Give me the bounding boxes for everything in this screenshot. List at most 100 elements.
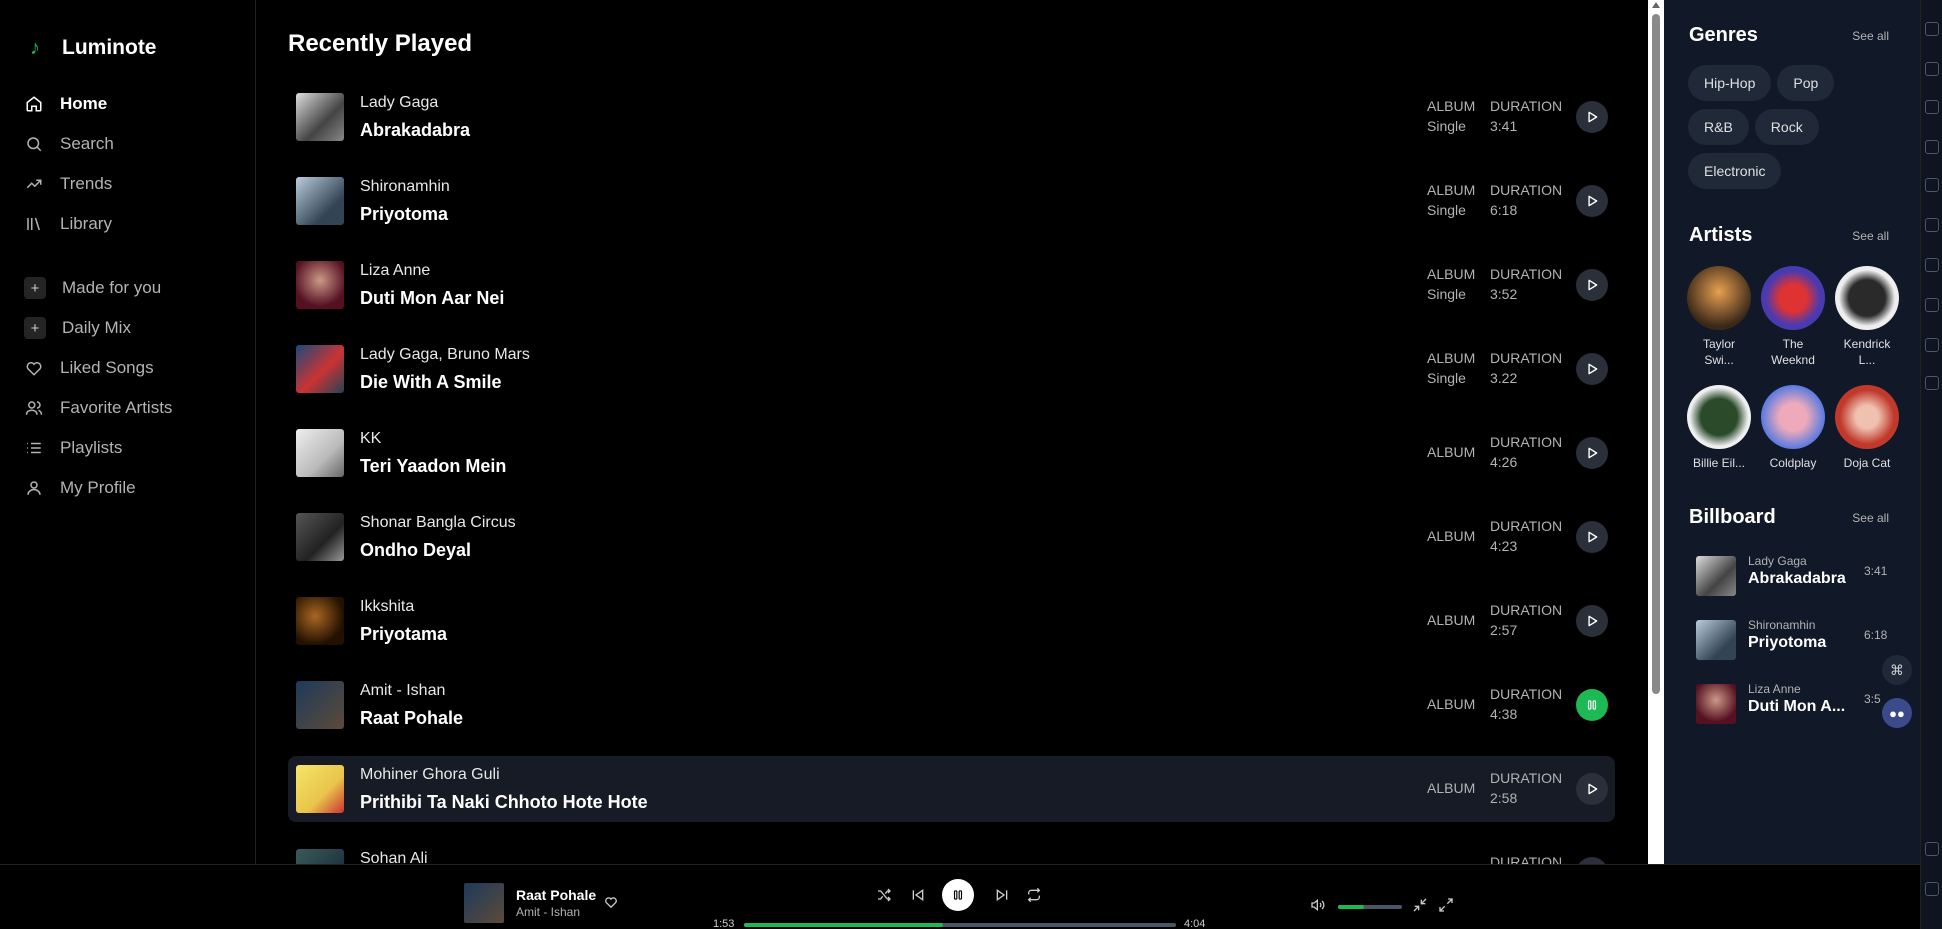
artist-name: Taylor Swi...: [1702, 337, 1735, 367]
next-button[interactable]: [994, 887, 1010, 903]
nav-item-made-for-you[interactable]: + Made for you: [0, 268, 255, 308]
now-playing-artist[interactable]: Amit - Ishan: [516, 905, 580, 919]
nav-item-playlists[interactable]: Playlists: [0, 428, 255, 468]
track-artist[interactable]: KK: [360, 426, 506, 452]
genre-chip[interactable]: Hip-Hop: [1688, 65, 1772, 101]
edge-tool-icon[interactable]: [1925, 338, 1939, 352]
artist-card[interactable]: Taylor Swi...: [1686, 266, 1752, 368]
play-pause-button[interactable]: [942, 879, 974, 911]
genre-chip[interactable]: Pop: [1777, 65, 1835, 101]
nav-item-favorite-artists[interactable]: Favorite Artists: [0, 388, 255, 428]
genre-chip[interactable]: R&B: [1688, 109, 1749, 145]
play-button[interactable]: [1576, 437, 1608, 469]
nav-item-liked-songs[interactable]: Liked Songs: [0, 348, 255, 388]
nav-item-my-profile[interactable]: My Profile: [0, 468, 255, 508]
artist-card[interactable]: The Weeknd: [1760, 266, 1826, 368]
genre-chip[interactable]: Electronic: [1688, 153, 1782, 189]
duration-value: 2:58: [1490, 790, 1518, 806]
now-playing-title[interactable]: Raat Pohale: [516, 887, 596, 903]
volume-button[interactable]: [1310, 897, 1326, 913]
play-button[interactable]: [1576, 605, 1608, 637]
track-artist[interactable]: Ikkshita: [360, 594, 447, 620]
track-row[interactable]: Mohiner Ghora Guli Prithibi Ta Naki Chhot…: [288, 756, 1615, 822]
track-artist[interactable]: Liza Anne: [360, 258, 504, 284]
assistant-button[interactable]: ●●: [1882, 698, 1912, 728]
track-artist[interactable]: Shonar Bangla Circus: [360, 510, 516, 536]
play-button[interactable]: [1576, 773, 1608, 805]
genres-see-all-link[interactable]: See all: [1852, 29, 1889, 43]
play-button[interactable]: [1576, 269, 1608, 301]
track-row[interactable]: Sohan Ali DURATION: [288, 840, 1615, 864]
track-row[interactable]: Lady Gaga Abrakadabra ALBUM Single DURATIO…: [288, 84, 1615, 150]
previous-button[interactable]: [910, 887, 926, 903]
main-scrollbar[interactable]: [1648, 0, 1664, 864]
track-artist[interactable]: Shironamhin: [360, 174, 450, 200]
scrollbar-thumb[interactable]: [1652, 14, 1660, 694]
track-artist[interactable]: Sohan Ali: [360, 846, 428, 864]
track-title: Duti Mon Aar Nei: [360, 288, 505, 308]
edge-tool-icon[interactable]: [1925, 258, 1939, 272]
track-row[interactable]: Shironamhin Priyotoma ALBUM Single DURATIO…: [288, 168, 1615, 234]
play-button[interactable]: [1576, 521, 1608, 553]
track-artist[interactable]: Mohiner Ghora Guli: [360, 762, 648, 788]
pause-button[interactable]: [1576, 689, 1608, 721]
duration-label: DURATION: [1490, 350, 1563, 366]
edge-tool-icon[interactable]: [1925, 100, 1939, 114]
play-button[interactable]: [1576, 185, 1608, 217]
track-artist[interactable]: Lady Gaga: [360, 90, 470, 116]
nav-item-home[interactable]: Home: [0, 84, 255, 124]
repeat-button[interactable]: [1026, 887, 1042, 903]
edge-tool-icon[interactable]: [1925, 178, 1939, 192]
track-artist[interactable]: Lady Gaga, Bruno Mars: [360, 342, 530, 368]
fullscreen-button[interactable]: [1438, 897, 1454, 913]
edge-tool-icon[interactable]: [1925, 298, 1939, 312]
grid-shortcut-button[interactable]: ⌘: [1882, 655, 1912, 685]
track-thumbnail: [296, 177, 344, 225]
edge-tool-icon[interactable]: [1925, 62, 1939, 76]
artist-card[interactable]: Doja Cat: [1834, 385, 1900, 471]
artist-card[interactable]: Kendrick L...: [1834, 266, 1900, 368]
edge-tool-icon[interactable]: [1925, 22, 1939, 36]
nav-label: Trends: [60, 174, 113, 193]
like-button[interactable]: [604, 895, 618, 914]
nav-item-search[interactable]: Search: [0, 124, 255, 164]
track-row[interactable]: KK Teri Yaadon Mein ALBUM DURATION 4:26: [288, 420, 1615, 486]
library-icon: [24, 214, 44, 234]
settings-icon[interactable]: [1925, 882, 1939, 896]
billboard-item[interactable]: Lady Gaga Abrakadabra 3:41: [1696, 552, 1896, 600]
billboard-thumbnail: [1696, 684, 1736, 724]
track-artist[interactable]: Amit - Ishan: [360, 678, 463, 704]
artist-card[interactable]: Billie Eil...: [1686, 385, 1752, 471]
duration-label: DURATION: [1490, 182, 1563, 198]
artist-card[interactable]: Coldplay: [1760, 385, 1826, 471]
edge-tool-icon[interactable]: [1925, 218, 1939, 232]
genre-chip[interactable]: Rock: [1754, 109, 1819, 145]
edge-tool-icon[interactable]: [1925, 376, 1939, 390]
duration-info: DURATION 3:41: [1490, 96, 1562, 136]
nav-item-trends[interactable]: Trends: [0, 164, 255, 204]
volume-slider[interactable]: [1338, 905, 1402, 909]
play-button[interactable]: [1576, 101, 1608, 133]
brand[interactable]: ♪ Luminote: [0, 0, 255, 72]
minimize-player-button[interactable]: [1412, 897, 1428, 913]
nav-item-library[interactable]: Library: [0, 204, 255, 244]
edge-tool-icon[interactable]: [1925, 140, 1939, 154]
track-row[interactable]: Lady Gaga, Bruno Mars Die With A Smile AL…: [288, 336, 1615, 402]
artists-see-all-link[interactable]: See all: [1852, 229, 1889, 243]
track-row[interactable]: Liza Anne Duti Mon Aar Nei ALBUM Single DU…: [288, 252, 1615, 318]
edge-tool-icon[interactable]: [1925, 842, 1939, 856]
nav-item-daily-mix[interactable]: + Daily Mix: [0, 308, 255, 348]
track-row[interactable]: Ikkshita Priyotama ALBUM DURATION 2:57: [288, 588, 1615, 654]
billboard-item[interactable]: Shironamhin Priyotoma 6:18: [1696, 616, 1896, 664]
scroll-up-arrow-icon[interactable]: [1652, 2, 1660, 8]
play-icon: [1588, 531, 1598, 543]
progress-bar[interactable]: [744, 923, 1176, 927]
billboard-item[interactable]: Liza Anne Duti Mon A... 3:5: [1696, 680, 1896, 728]
billboard-see-all-link[interactable]: See all: [1852, 511, 1889, 525]
progress-fill: [744, 923, 943, 927]
play-button[interactable]: [1576, 857, 1608, 864]
track-row[interactable]: Amit - Ishan Raat Pohale ALBUM DURATION 4:…: [288, 672, 1615, 738]
play-button[interactable]: [1576, 353, 1608, 385]
shuffle-button[interactable]: [876, 887, 892, 903]
track-row[interactable]: Shonar Bangla Circus Ondho Deyal ALBUM DU…: [288, 504, 1615, 570]
